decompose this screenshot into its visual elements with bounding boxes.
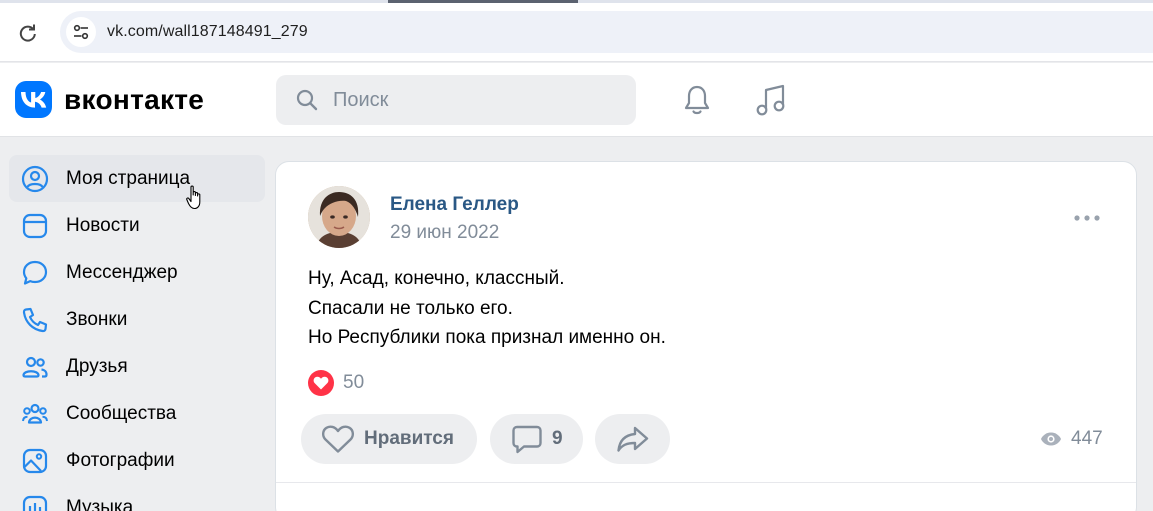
friends-icon: [21, 353, 49, 381]
heart-outline-icon: [321, 425, 355, 453]
sidebar-item-label: Друзья: [66, 355, 128, 377]
logo-text: вконтакте: [64, 83, 205, 115]
like-label: Нравится: [364, 428, 454, 449]
post-date[interactable]: 29 июн 2022: [390, 222, 499, 244]
sidebar-item-friends[interactable]: Друзья: [9, 343, 265, 390]
phone-icon: [21, 306, 49, 334]
sidebar-item-label: Музыка: [66, 496, 134, 511]
views-count: 447: [1071, 428, 1103, 449]
user-circle-icon: [21, 165, 49, 193]
share-button[interactable]: [595, 414, 670, 464]
comment-icon: [512, 425, 542, 454]
more-dots-icon: [1074, 215, 1100, 221]
post-divider: [276, 482, 1136, 483]
post-text: Ну, Асад, конечно, классный. Спасали не …: [308, 264, 666, 353]
sidebar-item-music[interactable]: Музыка: [9, 484, 265, 511]
post-text-line: Ну, Асад, конечно, классный.: [308, 268, 565, 289]
reload-icon: [19, 24, 36, 42]
sidebar-item-label: Фотографии: [66, 449, 175, 471]
photo-icon: [21, 447, 49, 475]
music-note-icon: [756, 84, 785, 116]
tune-icon: [73, 24, 89, 40]
sidebar-item-photos[interactable]: Фотографии: [9, 437, 265, 484]
post-text-line: Спасали не только его.: [308, 297, 513, 319]
heart-reaction-icon: [308, 370, 334, 396]
reaction-count: 50: [343, 372, 365, 393]
address-bar[interactable]: vk.com/wall187148491_279: [60, 11, 1153, 53]
eye-icon: [1041, 432, 1061, 446]
sidebar-item-calls[interactable]: Звонки: [9, 296, 265, 343]
active-tab-indicator[interactable]: [388, 0, 578, 3]
views-counter: 447: [1040, 428, 1103, 450]
share-arrow-icon: [617, 426, 649, 452]
reactions-summary[interactable]: 50: [308, 370, 364, 396]
sidebar-item-label: Звонки: [66, 308, 128, 330]
browser-toolbar: vk.com/wall187148491_279: [0, 0, 1153, 62]
author-avatar[interactable]: [308, 186, 370, 248]
post-author-link[interactable]: Елена Геллер: [390, 194, 519, 216]
search-icon: [296, 89, 318, 111]
url-text[interactable]: vk.com/wall187148491_279: [107, 23, 308, 41]
sidebar-item-label: Мессенджер: [66, 261, 178, 283]
site-info-button[interactable]: [66, 17, 96, 47]
music-button[interactable]: [754, 83, 788, 117]
bell-icon: [684, 85, 710, 115]
sidebar-item-communities[interactable]: Сообщества: [9, 390, 265, 437]
sidebar-item-label: Новости: [66, 214, 140, 236]
post-text-line: Но Республики пока признал именно он.: [308, 327, 666, 348]
search-input[interactable]: [333, 88, 613, 112]
left-sidebar: Моя страница Новости Мессенджер Звонки Д…: [9, 155, 265, 511]
sidebar-item-my-page[interactable]: Моя страница: [9, 155, 265, 210]
sidebar-item-news[interactable]: Новости: [9, 202, 265, 249]
chat-bubble-icon: [21, 259, 49, 287]
notifications-button[interactable]: [680, 83, 714, 117]
search-box[interactable]: [276, 75, 636, 125]
vk-logo-icon: [15, 81, 52, 118]
communities-icon: [21, 400, 49, 428]
music-icon: [21, 494, 49, 511]
sidebar-item-messenger[interactable]: Мессенджер: [9, 249, 265, 296]
news-icon: [21, 212, 49, 240]
like-button[interactable]: Нравится: [301, 414, 477, 464]
vk-logo[interactable]: вконтакте: [15, 81, 204, 118]
more-options-button[interactable]: [1072, 208, 1102, 228]
comment-button[interactable]: 9: [490, 414, 583, 464]
comment-count: 9: [552, 428, 563, 449]
sidebar-item-label: Моя страница: [66, 167, 191, 189]
sidebar-item-label: Сообщества: [66, 402, 177, 424]
wall-post: Елена Геллер 29 июн 2022 Ну, Асад, конеч…: [275, 161, 1137, 511]
reload-button[interactable]: [14, 19, 42, 47]
site-header: вконтакте: [0, 63, 1153, 137]
